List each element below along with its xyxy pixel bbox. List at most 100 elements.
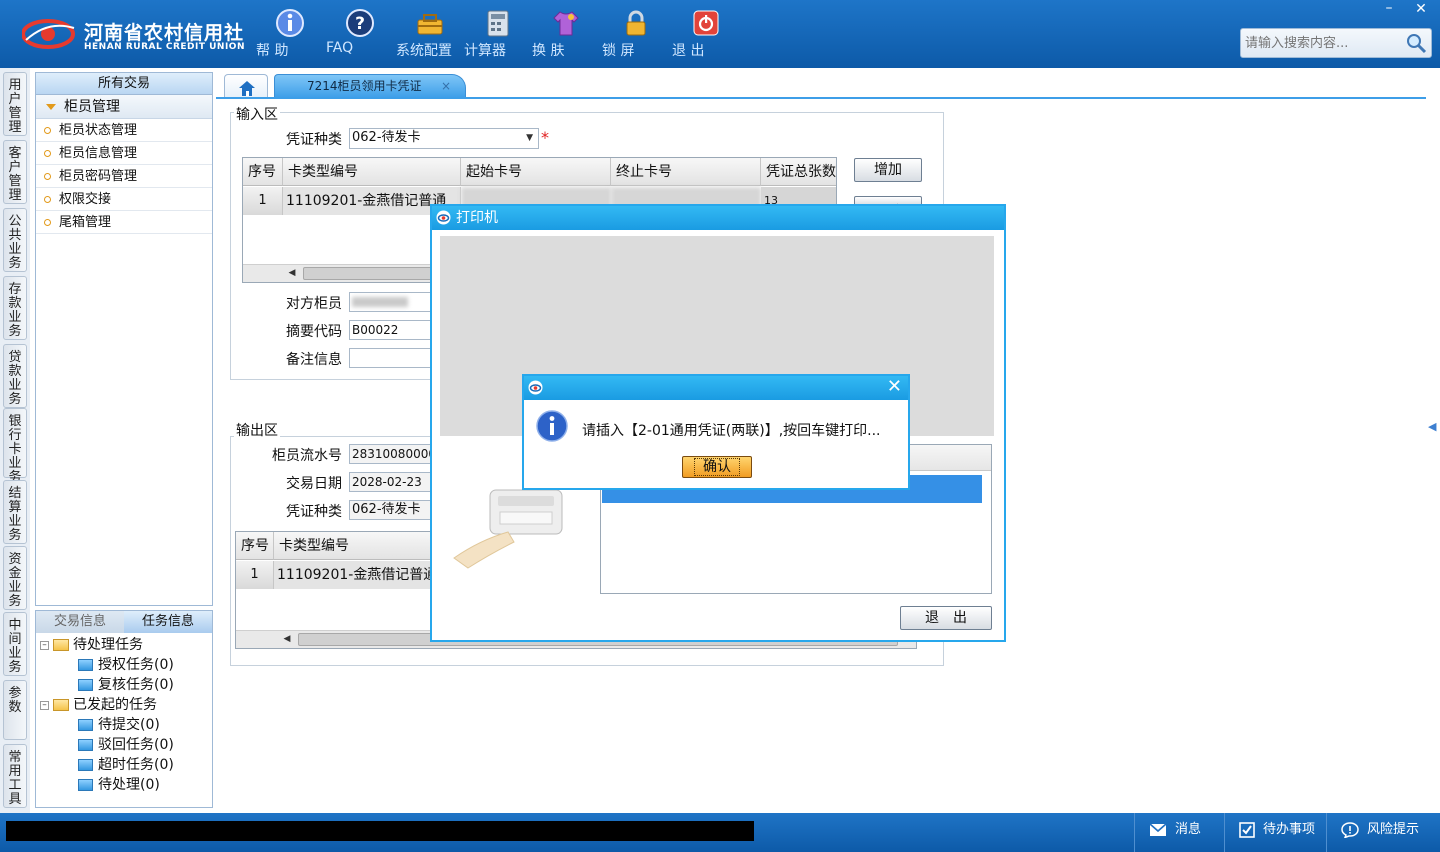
collapse-right-icon[interactable]: ◀	[1428, 420, 1438, 456]
dropdown-arrow-icon[interactable]: ▼	[526, 129, 533, 147]
vtab-customer-management[interactable]: 客户管理	[3, 140, 27, 204]
bullet-icon	[44, 196, 51, 203]
home-icon	[239, 81, 255, 96]
lock-screen-button[interactable]: 锁 屏	[602, 8, 670, 62]
output-voucher-field[interactable]: 062-待发卡	[349, 500, 431, 520]
nav-item-teller-status[interactable]: 柜员状态管理	[36, 119, 212, 142]
column-header: 终止卡号	[611, 158, 761, 186]
todo-label: 待办事项	[1263, 822, 1316, 837]
tab-home[interactable]	[224, 74, 268, 98]
flow-number-field[interactable]: 283100800000	[349, 444, 431, 464]
document-icon	[78, 779, 93, 791]
envelope-icon	[1149, 822, 1167, 836]
search-icon[interactable]	[1405, 32, 1427, 54]
expand-triangle-icon	[46, 104, 56, 110]
search-input[interactable]	[1245, 34, 1405, 52]
nav-item-teller-info[interactable]: 柜员信息管理	[36, 142, 212, 165]
window-close-button[interactable]: ✕	[1406, 0, 1436, 18]
system-config-button[interactable]: 系统配置	[396, 8, 464, 62]
vtab-user-management[interactable]: 用户管理	[3, 72, 27, 136]
tab-card-voucher[interactable]: 7214柜员领用卡凭证 ×	[274, 74, 466, 98]
collapse-icon[interactable]: –	[40, 640, 49, 650]
search-box	[1240, 28, 1432, 58]
vtab-intermediary[interactable]: 中间业务	[3, 612, 27, 676]
app-icon	[528, 380, 543, 395]
tree-label: 授权任务(0)	[98, 657, 174, 673]
collapse-icon[interactable]: –	[40, 700, 49, 710]
summary-code-field[interactable]: B00022	[349, 320, 431, 340]
column-header: 凭证总张数	[761, 158, 836, 186]
vtab-parameters[interactable]: 参数	[3, 680, 27, 740]
column-header: 卡类型编号	[283, 158, 461, 186]
tree-rejected[interactable]: 驳回任务(0)	[78, 735, 174, 755]
folder-icon	[53, 639, 69, 651]
nav-title[interactable]: 所有交易	[36, 73, 212, 95]
tab-transaction-info[interactable]: 交易信息	[36, 611, 124, 633]
messages-label: 消息	[1175, 822, 1202, 837]
tree-started-tasks[interactable]: – 已发起的任务	[40, 695, 157, 715]
document-icon	[78, 679, 93, 691]
column-header: 卡类型编号	[274, 532, 434, 560]
tab-task-info[interactable]: 任务信息	[124, 611, 212, 633]
alert-close-button[interactable]: ✕	[887, 377, 902, 397]
question-icon: ?	[346, 9, 374, 37]
tree-to-submit[interactable]: 待提交(0)	[78, 715, 160, 735]
confirm-button[interactable]: 确认	[682, 456, 752, 478]
top-header: 河南省农村信用社 HENAN RURAL CREDIT UNION 帮 助 ? …	[0, 0, 1440, 68]
vtab-deposit[interactable]: 存款业务	[3, 276, 27, 340]
tab-label: 7214柜员领用卡凭证	[307, 79, 422, 93]
vtab-loan[interactable]: 贷款业务	[3, 344, 27, 408]
tree-review-tasks[interactable]: 复核任务(0)	[78, 675, 174, 695]
redacted-value	[352, 297, 408, 307]
tree-label: 已发起的任务	[73, 697, 157, 713]
window-minimize-button[interactable]: –	[1374, 0, 1404, 18]
table-cell-card-type[interactable]: 11109201-金燕借记普通算	[274, 561, 434, 589]
column-header: 序号	[243, 158, 283, 186]
counterpart-teller-field[interactable]	[349, 292, 431, 312]
remark-field[interactable]	[349, 348, 431, 368]
tree-timeout[interactable]: 超时任务(0)	[78, 755, 174, 775]
tree-auth-tasks[interactable]: 授权任务(0)	[78, 655, 174, 675]
row-number: 1	[236, 561, 274, 589]
scroll-left-icon[interactable]: ◀	[285, 267, 299, 280]
document-icon	[78, 759, 93, 771]
nav-item-handover[interactable]: 权限交接	[36, 188, 212, 211]
tab-underline	[216, 97, 1426, 99]
calculator-button[interactable]: 计算器	[464, 8, 532, 62]
tree-pending-tasks[interactable]: – 待处理任务	[40, 635, 143, 655]
printer-dialog-title: 打印机	[432, 206, 1004, 230]
risk-alert-button[interactable]: 风险提示	[1326, 813, 1440, 852]
exit-app-button[interactable]: 退 出	[672, 8, 740, 62]
tree-todo[interactable]: 待处理(0)	[78, 775, 160, 795]
faq-button[interactable]: ? FAQ	[326, 8, 394, 62]
nav-item-cashbox[interactable]: 尾箱管理	[36, 211, 212, 234]
help-button[interactable]: 帮 助	[256, 8, 324, 62]
printer-illustration-icon	[453, 489, 563, 569]
voucher-type-label: 凭证种类	[286, 132, 342, 148]
nav-group-label: 柜员管理	[64, 99, 120, 115]
vtab-settlement[interactable]: 结算业务	[3, 480, 27, 544]
trade-date-field[interactable]: 2028-02-23	[349, 472, 431, 492]
skin-button[interactable]: 换 肤	[532, 8, 600, 62]
logo-text-en: HENAN RURAL CREDIT UNION	[84, 42, 245, 52]
module-sidebar: 用户管理 客户管理 公共业务 存款业务 贷款业务 银行卡业务 结算业务 资金业务…	[0, 68, 30, 813]
counterpart-teller-label: 对方柜员	[286, 296, 342, 312]
voucher-type-select[interactable]: 062-待发卡 ▼	[349, 128, 539, 149]
add-button[interactable]: 增加	[854, 158, 922, 182]
nav-group-teller[interactable]: 柜员管理	[36, 95, 212, 119]
todo-button[interactable]: 待办事项	[1224, 813, 1324, 852]
vtab-funds[interactable]: 资金业务	[3, 546, 27, 610]
scroll-left-icon[interactable]: ◀	[280, 633, 294, 646]
transaction-nav: 所有交易 柜员管理 柜员状态管理 柜员信息管理 柜员密码管理 权限交接 尾箱管理	[35, 72, 213, 606]
vtab-bank-card[interactable]: 银行卡业务	[3, 408, 27, 485]
tab-close-icon[interactable]: ×	[441, 75, 451, 97]
messages-button[interactable]: 消息	[1134, 813, 1224, 852]
printer-dialog-title-text: 打印机	[456, 210, 498, 226]
power-icon	[693, 10, 719, 36]
vtab-public-business[interactable]: 公共业务	[3, 208, 27, 272]
logo: 河南省农村信用社 HENAN RURAL CREDIT UNION	[22, 10, 245, 58]
printer-exit-button[interactable]: 退 出	[900, 606, 992, 630]
nav-item-teller-password[interactable]: 柜员密码管理	[36, 165, 212, 188]
risk-alert-label: 风险提示	[1367, 822, 1420, 837]
vtab-common-tools[interactable]: 常用工具	[3, 744, 27, 808]
